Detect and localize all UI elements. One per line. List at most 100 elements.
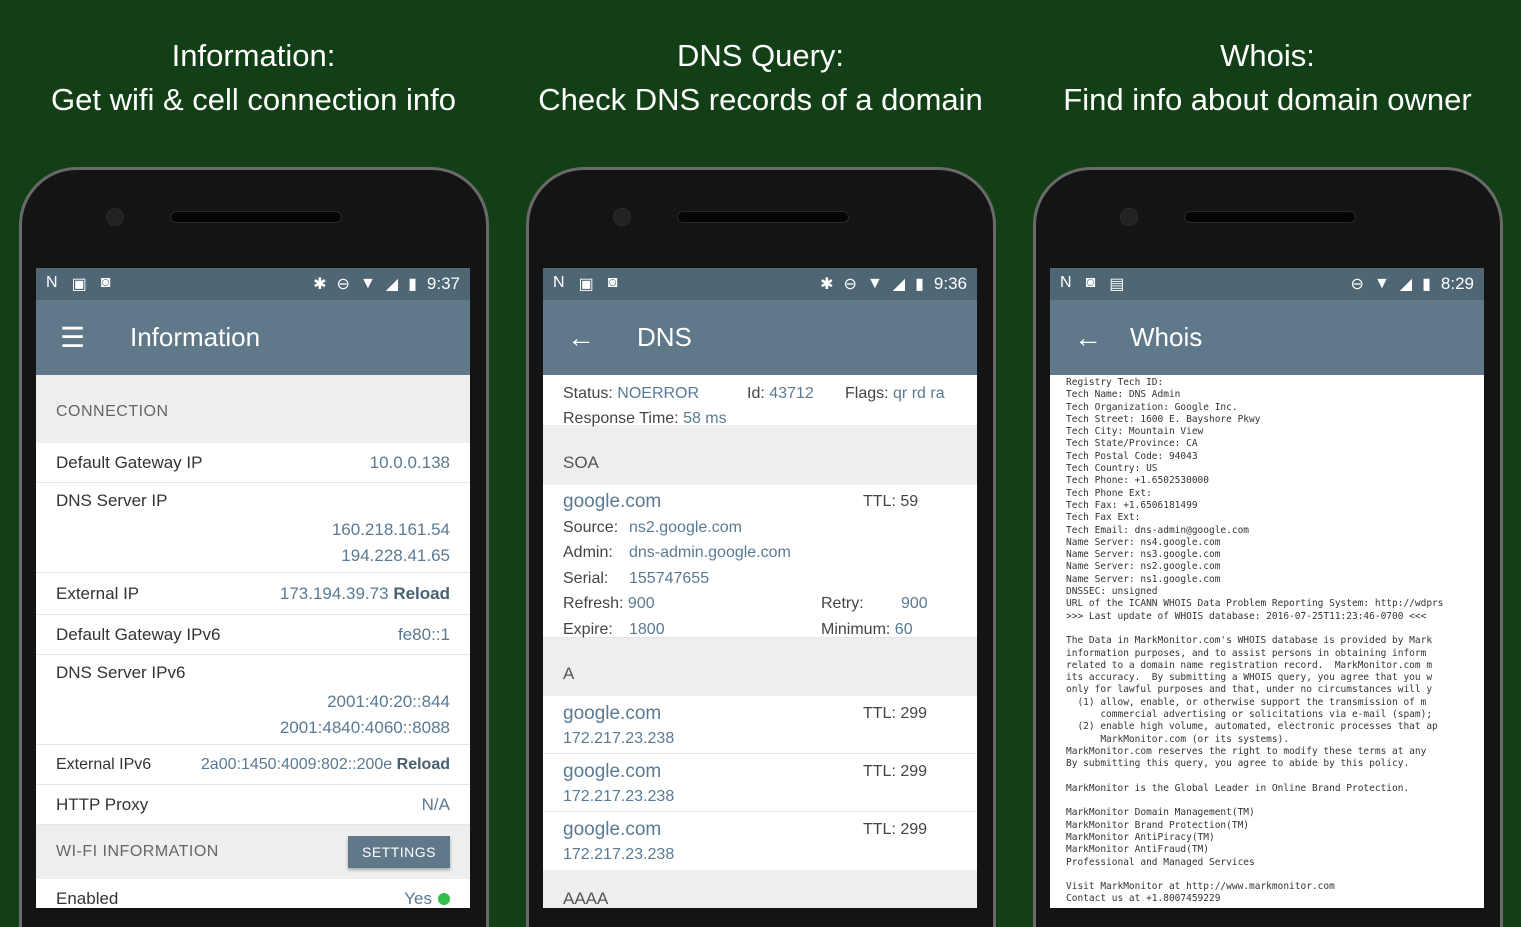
- row-value: 2a00:1450:4009:802::200e: [200, 755, 393, 773]
- reload-button[interactable]: Reload: [397, 756, 450, 773]
- row-label: DNS Server IP: [56, 491, 168, 510]
- whois-line: [1066, 869, 1468, 881]
- wifi-icon: ▼: [1373, 275, 1390, 292]
- whois-line: Visit MarkMonitor at http://www.markmoni…: [1066, 881, 1335, 893]
- admin-value: dns-admin.google.com: [629, 544, 791, 561]
- row-label: HTTP Proxy: [56, 794, 149, 814]
- whois-line: DNSSEC: unsigned: [1066, 586, 1158, 598]
- whois-line: [1066, 771, 1468, 783]
- row-label: Enabled: [56, 888, 119, 908]
- a-record: google.com TTL: 299 172.217.23.238: [543, 754, 977, 812]
- calendar-icon: ▣: [578, 276, 594, 293]
- clock: 9:37: [426, 274, 460, 293]
- whois-line: >>> Last update of WHOIS database: 2016-…: [1066, 610, 1427, 622]
- row-value: 173.194.39.73: [279, 583, 389, 603]
- whois-line: Professional and Managed Services: [1066, 856, 1255, 868]
- serial-label: Serial:: [563, 569, 609, 587]
- id-label: Id:: [747, 385, 765, 402]
- status-label: Status:: [563, 385, 613, 402]
- whois-line: Tech State/Province: CA: [1066, 438, 1198, 450]
- camera-icon: [106, 208, 124, 226]
- clock: 8:29: [1440, 274, 1474, 293]
- minimum-value: 60: [894, 620, 913, 638]
- expire-value: 1800: [629, 620, 665, 638]
- camera-icon: [1120, 208, 1138, 226]
- whois-line: The Data in MarkMonitor.com's WHOIS data…: [1066, 635, 1433, 647]
- whois-line: MarkMonitor.com reserves the right to mo…: [1066, 745, 1427, 757]
- row-external-ip: External IP 173.194.39.73 Reload: [36, 573, 470, 615]
- row-value: Yes: [404, 888, 432, 908]
- page-title: DNS: [637, 322, 692, 352]
- record-domain[interactable]: google.com: [563, 489, 863, 515]
- hamburger-icon[interactable]: ☰: [60, 321, 130, 354]
- whois-line: MarkMonitor Brand Protection(TM): [1066, 819, 1250, 831]
- status-value: NOERROR: [617, 385, 700, 402]
- nfc-icon: Ν: [1060, 274, 1072, 291]
- whois-line: MarkMonitor Domain Management(TM): [1066, 807, 1255, 819]
- whois-line: MarkMonitor AntiPiracy(TM): [1066, 831, 1215, 843]
- record-domain[interactable]: google.com: [563, 759, 863, 784]
- row-label: External IPv6: [56, 755, 152, 773]
- whois-line: By submitting this query, you agree to a…: [1066, 758, 1410, 770]
- whois-line: Tech Country: US: [1066, 463, 1158, 475]
- app-bar: ← Whois: [1050, 300, 1484, 375]
- whois-line: Name Server: ns3.google.com: [1066, 549, 1221, 561]
- back-arrow-icon[interactable]: ←: [567, 322, 637, 354]
- speaker-grille: [170, 211, 342, 223]
- row-default-gateway: Default Gateway IP 10.0.0.138: [36, 443, 470, 483]
- source-value: ns2.google.com: [629, 518, 742, 536]
- record-domain[interactable]: google.com: [563, 817, 863, 842]
- row-external-ipv6: External IPv6 2a00:1450:4009:802::200e R…: [36, 745, 470, 785]
- whois-line: only for lawful purposes and that, under…: [1066, 684, 1433, 696]
- reload-button[interactable]: Reload: [393, 584, 450, 603]
- phone-information: Ν ▣ ◙ ✱ ⊖ ▼ ◢ ▮ 9:37 ☰ Information CONNE…: [19, 167, 489, 927]
- whois-line: Tech City: Mountain View: [1066, 426, 1204, 438]
- caption-whois: Whois: Find info about domain owner: [1014, 34, 1521, 122]
- row-value: 160.218.161.54: [331, 520, 450, 539]
- a-record: google.com TTL: 299 172.217.23.238: [543, 696, 977, 754]
- status-dot-icon: [438, 893, 450, 906]
- row-value: 194.228.41.65: [341, 546, 450, 565]
- page-title: Whois: [1130, 322, 1203, 352]
- whois-line: Name Server: ns2.google.com: [1066, 561, 1221, 573]
- row-http-proxy: HTTP Proxy N/A: [36, 785, 470, 825]
- whois-line: its accuracy. By submitting a WHOIS quer…: [1066, 672, 1433, 684]
- refresh-label: Refresh:: [563, 595, 624, 612]
- soa-record: google.com TTL: 59 Source: ns2.google.com …: [543, 485, 977, 638]
- app-bar: ☰ Information: [36, 300, 470, 375]
- calendar-icon: ▣: [71, 276, 87, 293]
- whois-line: Registry Tech ID:: [1066, 377, 1164, 388]
- section-header-a: A: [543, 638, 977, 696]
- phone-dns: Ν ▣ ◙ ✱ ⊖ ▼ ◢ ▮ 9:36 ← DNS Status: NOERR…: [526, 167, 996, 927]
- screen-whois: Ν ◙ ▤ ⊖ ▼ ◢ ▮ 8:29 ← Whois Registry Tech…: [1050, 268, 1484, 908]
- response-time-label: Response Time:: [563, 410, 679, 427]
- record-domain[interactable]: google.com: [563, 701, 863, 726]
- row-dns-ipv6: DNS Server IPv6 2001:40:20::844 2001:484…: [36, 655, 470, 745]
- back-arrow-icon[interactable]: ←: [1074, 322, 1130, 354]
- whois-line: MarkMonitor is the Global Leader in Onli…: [1066, 782, 1410, 794]
- row-label: Default Gateway IP: [56, 452, 203, 472]
- whois-line: Tech Postal Code: 94043: [1066, 450, 1198, 462]
- status-bar: Ν ◙ ▤ ⊖ ▼ ◢ ▮ 8:29: [1050, 268, 1484, 300]
- query-summary: Status: NOERROR Id: 43712 Flags: qr rd r…: [543, 375, 977, 427]
- row-label: External IP: [56, 583, 140, 603]
- record-ttl: TTL: 59: [863, 493, 919, 510]
- dnd-icon: ⊖: [843, 276, 857, 293]
- row-gateway-ipv6: Default Gateway IPv6 fe80::1: [36, 615, 470, 655]
- whois-line: [1066, 795, 1468, 807]
- app-bar: ← DNS: [543, 300, 977, 375]
- section-title: WI-FI INFORMATION: [56, 843, 219, 860]
- record-ttl: TTL: 299: [863, 821, 928, 838]
- section-header-aaaa: AAAA: [543, 870, 977, 908]
- screen-information: Ν ▣ ◙ ✱ ⊖ ▼ ◢ ▮ 9:37 ☰ Information CONNE…: [36, 268, 470, 908]
- retry-value: 900: [901, 595, 928, 612]
- row-value: fe80::1: [398, 624, 450, 644]
- page-title: Information: [130, 322, 261, 352]
- whois-line: Tech Street: 1600 E. Bayshore Pkwy: [1066, 413, 1261, 425]
- whois-line: related to a domain name registration re…: [1066, 659, 1433, 671]
- record-ttl: TTL: 299: [863, 705, 928, 722]
- settings-button[interactable]: SETTINGS: [347, 836, 450, 868]
- signal-icon: ◢: [892, 276, 906, 293]
- signal-icon: ◢: [1399, 276, 1413, 293]
- camera-icon: [613, 208, 631, 226]
